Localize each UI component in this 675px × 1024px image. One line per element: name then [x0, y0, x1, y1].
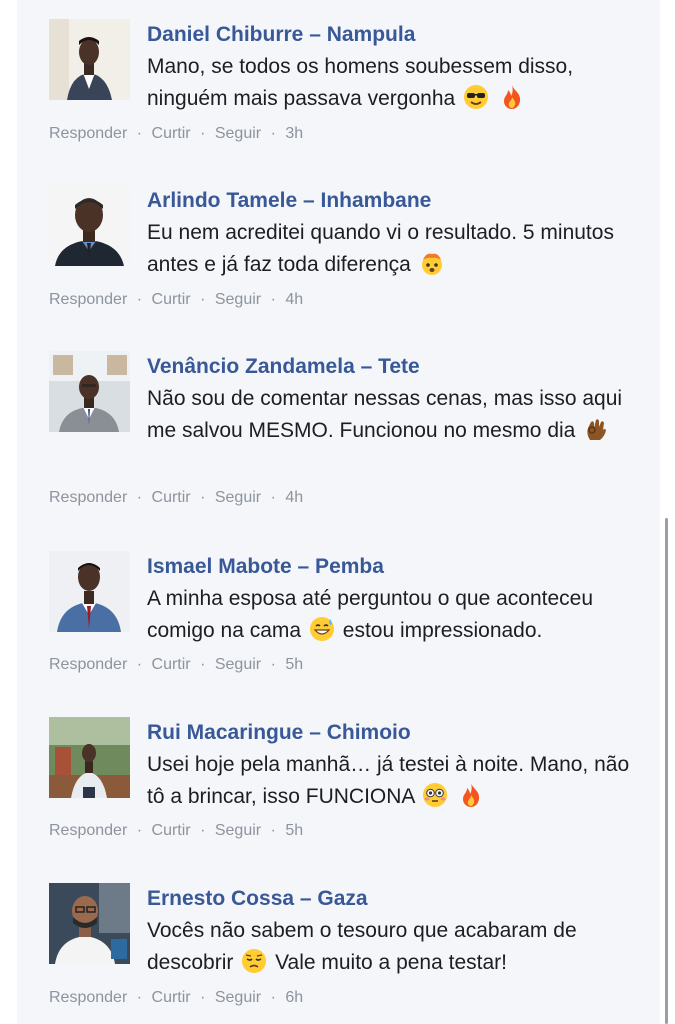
follow-link[interactable]: Seguir	[215, 125, 261, 143]
like-link[interactable]: Curtir	[152, 989, 191, 1007]
follow-link[interactable]: Seguir	[215, 489, 261, 507]
comment-text-part: Usei hoje pela manhã… já testei à noite.…	[147, 753, 630, 808]
separator: ·	[136, 489, 143, 506]
sunglasses-emoji	[463, 84, 489, 110]
reply-link[interactable]: Responder	[49, 822, 127, 840]
grinning-sweat-emoji	[309, 616, 335, 642]
follow-link[interactable]: Seguir	[215, 822, 261, 840]
avatar[interactable]	[49, 351, 130, 432]
avatar[interactable]	[49, 551, 130, 632]
comment-text-part: Vale muito a pena testar!	[275, 951, 507, 974]
comment-text: Usei hoje pela manhã… já testei à noite.…	[147, 749, 639, 813]
like-link[interactable]: Curtir	[152, 291, 191, 309]
fire-emoji	[458, 782, 484, 808]
comment-text-part: Não sou de comentar nessas cenas, mas is…	[147, 387, 623, 442]
timestamp[interactable]: 4h	[285, 489, 303, 507]
reply-link[interactable]: Responder	[49, 989, 127, 1007]
separator: ·	[136, 291, 143, 308]
comment-text: A minha esposa até perguntou o que acont…	[147, 583, 639, 647]
reply-link[interactable]: Responder	[49, 125, 127, 143]
separator: ·	[136, 656, 143, 673]
avatar-image	[49, 185, 130, 266]
comments-panel	[17, 0, 660, 1024]
follow-link[interactable]: Seguir	[215, 291, 261, 309]
avatar-image	[49, 351, 130, 432]
comment-author[interactable]: Ernesto Cossa – Gaza	[147, 883, 639, 915]
avatar-image	[49, 19, 130, 100]
fire-emoji	[499, 84, 525, 110]
separator: ·	[200, 656, 206, 673]
avatar[interactable]	[49, 19, 130, 100]
like-link[interactable]: Curtir	[152, 125, 191, 143]
reply-link[interactable]: Responder	[49, 656, 127, 674]
reply-link[interactable]: Responder	[49, 489, 127, 507]
comment-author[interactable]: Ismael Mabote – Pemba	[147, 551, 639, 583]
avatar-image	[49, 717, 130, 798]
comment-author[interactable]: Daniel Chiburre – Nampula	[147, 19, 639, 51]
separator: ·	[270, 489, 276, 506]
scrollbar-track[interactable]	[662, 0, 675, 1024]
timestamp[interactable]: 5h	[285, 656, 303, 674]
comment-author[interactable]: Venâncio Zandamela – Tete	[147, 351, 639, 383]
separator: ·	[200, 822, 206, 839]
avatar[interactable]	[49, 185, 130, 266]
timestamp[interactable]: 6h	[285, 989, 303, 1007]
comment-actions: Responder · Curtir · Seguir · 5h	[49, 656, 303, 674]
avatar-image	[49, 883, 130, 964]
comment-text-part: estou impressionado.	[342, 619, 543, 642]
separator: ·	[270, 656, 276, 673]
comment-author[interactable]: Arlindo Tamele – Inhambane	[147, 185, 639, 217]
timestamp[interactable]: 5h	[285, 822, 303, 840]
comment-text-part: Eu nem acreditei quando vi o resultado. …	[147, 221, 614, 276]
separator: ·	[270, 125, 276, 142]
scrollbar-thumb[interactable]	[665, 518, 668, 1024]
separator: ·	[136, 125, 143, 142]
comment-text: Mano, se todos os homens soubessem disso…	[147, 51, 639, 115]
separator: ·	[136, 989, 143, 1006]
follow-link[interactable]: Seguir	[215, 989, 261, 1007]
comment-text: Não sou de comentar nessas cenas, mas is…	[147, 383, 639, 447]
separator: ·	[270, 291, 276, 308]
flushed-emoji	[422, 782, 448, 808]
avatar-image	[49, 551, 130, 632]
avatar[interactable]	[49, 717, 130, 798]
separator: ·	[200, 489, 206, 506]
like-link[interactable]: Curtir	[152, 656, 191, 674]
comment-text: Eu nem acreditei quando vi o resultado. …	[147, 217, 639, 281]
timestamp[interactable]: 3h	[285, 125, 303, 143]
reply-link[interactable]: Responder	[49, 291, 127, 309]
separator: ·	[136, 822, 143, 839]
ok-hand-emoji	[583, 416, 609, 442]
comment-text: Vocês não sabem o tesouro que acabaram d…	[147, 915, 639, 979]
pensive-emoji	[241, 948, 267, 974]
separator: ·	[270, 989, 276, 1006]
comment-actions: Responder · Curtir · Seguir · 3h	[49, 125, 303, 143]
separator: ·	[200, 989, 206, 1006]
separator: ·	[270, 822, 276, 839]
comment-actions: Responder · Curtir · Seguir · 4h	[49, 489, 303, 507]
separator: ·	[200, 291, 206, 308]
exploding-head-emoji	[419, 250, 445, 276]
comment-actions: Responder · Curtir · Seguir · 6h	[49, 989, 303, 1007]
avatar[interactable]	[49, 883, 130, 964]
like-link[interactable]: Curtir	[152, 489, 191, 507]
like-link[interactable]: Curtir	[152, 822, 191, 840]
comment-author[interactable]: Rui Macaringue – Chimoio	[147, 717, 639, 749]
follow-link[interactable]: Seguir	[215, 656, 261, 674]
timestamp[interactable]: 4h	[285, 291, 303, 309]
comment-actions: Responder · Curtir · Seguir · 5h	[49, 822, 303, 840]
separator: ·	[200, 125, 206, 142]
comment-actions: Responder · Curtir · Seguir · 4h	[49, 291, 303, 309]
